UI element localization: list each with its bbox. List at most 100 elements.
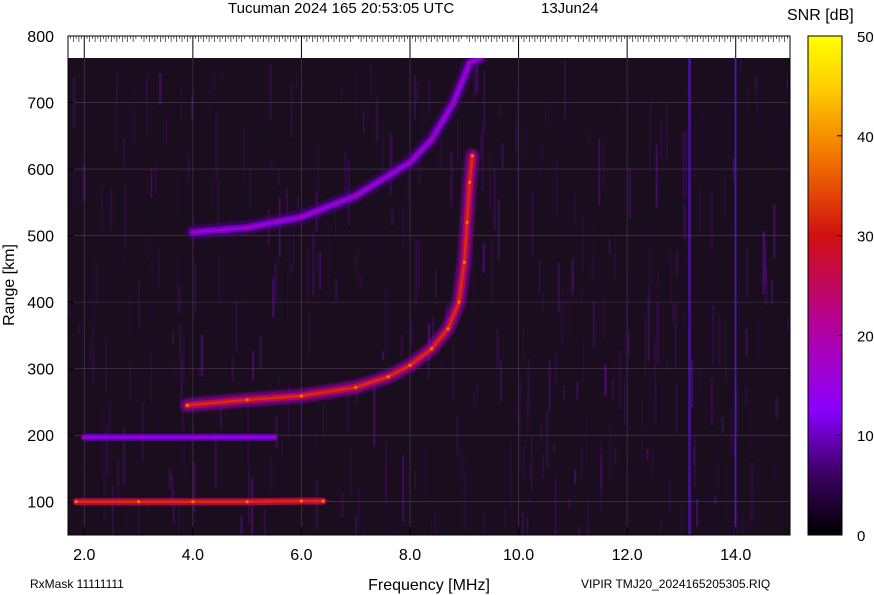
noise-streak [172,331,174,344]
noise-streak [542,452,544,480]
noise-streak [699,121,701,157]
trace-point [470,154,474,158]
noise-streak [644,314,646,376]
noise-streak [662,136,666,150]
trace-point [468,180,472,184]
noise-streak [493,168,496,231]
noise-streak [574,193,576,228]
noise-streak [582,338,584,382]
noise-streak [515,64,517,132]
noise-streak [78,325,81,334]
noise-streak [96,192,98,205]
noise-streak [730,407,733,455]
noise-streak [451,201,454,227]
noise-streak [211,173,213,209]
noise-streak [614,449,617,462]
noise-streak [592,220,594,280]
noise-streak [527,358,531,412]
noise-streak [183,336,185,384]
y-tick-label: 700 [27,96,54,113]
noise-streak [392,529,394,535]
colorbar-tick-label: 30 [857,229,874,246]
noise-streak [323,222,326,243]
noise-streak [224,231,227,292]
noise-streak [480,135,482,156]
noise-streak [742,512,744,535]
trace-point [245,500,249,504]
noise-streak [691,361,694,408]
noise-streak [434,511,437,535]
noise-streak [334,208,336,240]
noise-streak [750,461,754,524]
noise-streak [179,83,182,120]
noise-streak [675,384,678,433]
noise-streak [389,133,392,196]
noise-streak [648,366,651,434]
noise-streak [73,162,76,209]
trace-point [386,375,390,379]
noise-streak [696,269,699,298]
noise-streak [200,334,204,377]
noise-streak [721,416,724,434]
noise-streak [355,515,357,535]
noise-streak [724,84,726,115]
noise-streak [549,163,551,188]
noise-streak [145,235,148,261]
noise-streak [476,391,478,450]
noise-streak [695,311,698,329]
noise-streak [750,409,753,451]
noise-streak [656,301,659,364]
noise-streak [500,361,502,402]
noise-streak [713,145,716,182]
noise-streak [777,154,780,178]
trace-point [446,327,450,331]
noise-streak [590,318,593,342]
noise-streak [341,492,344,518]
chart-title: Tucuman 2024 165 20:53:05 UTC [228,0,454,17]
noise-streak [316,399,318,431]
x-tick-label: 6.0 [290,547,312,564]
trace-point [299,499,303,503]
noise-streak [106,194,109,205]
noise-streak [740,278,743,329]
noise-streak [175,362,178,381]
noise-streak [252,350,255,380]
noise-streak [200,468,204,479]
noise-streak [628,168,632,218]
noise-streak [569,95,571,138]
noise-streak [277,168,280,187]
noise-streak [305,142,309,179]
colorbar-title: SNR [dB] [787,7,854,24]
noise-streak [600,443,602,510]
trace-point [408,363,412,367]
noise-streak [282,533,285,535]
noise-streak [627,449,630,472]
noise-streak [209,69,212,112]
noise-streak [209,306,211,345]
noise-streak [308,311,310,357]
noise-streak [128,292,131,335]
noise-streak [132,166,135,212]
noise-streak [217,171,219,228]
noise-streak [134,89,136,148]
noise-streak [581,445,583,479]
noise-streak [456,416,459,456]
noise-streak [710,377,714,427]
noise-streak [473,391,475,409]
noise-streak [669,478,671,512]
noise-streak [787,154,790,169]
noise-streak [567,349,570,359]
noise-streak [540,139,544,163]
noise-streak [470,314,473,360]
noise-streak [523,445,526,477]
noise-streak [399,201,401,239]
noise-streak [221,66,223,82]
noise-streak [278,373,281,387]
noise-streak [158,73,162,105]
noise-streak [563,385,566,401]
noise-streak [514,402,518,420]
noise-streak [341,85,343,100]
noise-streak [651,266,654,276]
noise-streak [698,187,701,237]
noise-streak [745,387,748,405]
